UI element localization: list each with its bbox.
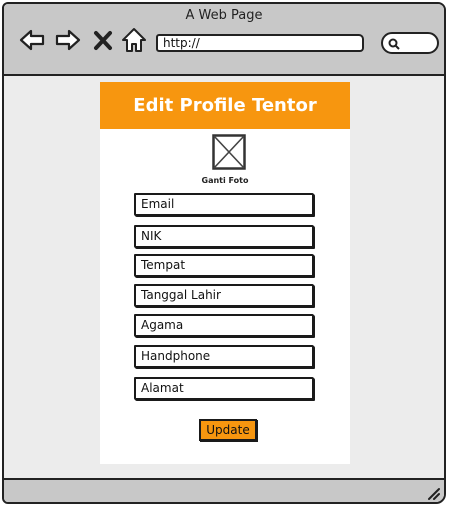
- form-title: Edit Profile Tentor: [100, 82, 350, 129]
- religion-field[interactable]: Agama: [134, 314, 314, 337]
- nik-field[interactable]: NIK: [134, 225, 314, 248]
- email-field[interactable]: Email: [134, 193, 314, 216]
- address-field[interactable]: Alamat: [134, 377, 314, 400]
- birthplace-field[interactable]: Tempat: [134, 254, 314, 277]
- home-icon[interactable]: [120, 26, 148, 54]
- profile-photo-placeholder[interactable]: [212, 134, 246, 170]
- browser-window: A Web Page http:// Edit Profile Tentor G…: [2, 2, 446, 504]
- birthdate-field[interactable]: Tanggal Lahir: [134, 284, 314, 307]
- search-box[interactable]: [381, 32, 439, 54]
- window-title: A Web Page: [185, 8, 263, 23]
- browser-toolbar: A Web Page http://: [4, 4, 444, 76]
- update-button[interactable]: Update: [199, 419, 257, 441]
- change-photo-label[interactable]: Ganti Foto: [100, 176, 350, 185]
- forward-arrow-icon[interactable]: [54, 26, 82, 54]
- status-bar: [4, 478, 444, 502]
- close-x-icon[interactable]: [92, 26, 114, 54]
- phone-field[interactable]: Handphone: [134, 345, 314, 368]
- url-input[interactable]: http://: [156, 34, 364, 52]
- search-icon: [388, 38, 400, 50]
- edit-profile-form: Edit Profile Tentor Ganti Foto Email NIK…: [100, 82, 350, 464]
- back-arrow-icon[interactable]: [18, 26, 46, 54]
- resize-grip-icon[interactable]: [426, 485, 440, 500]
